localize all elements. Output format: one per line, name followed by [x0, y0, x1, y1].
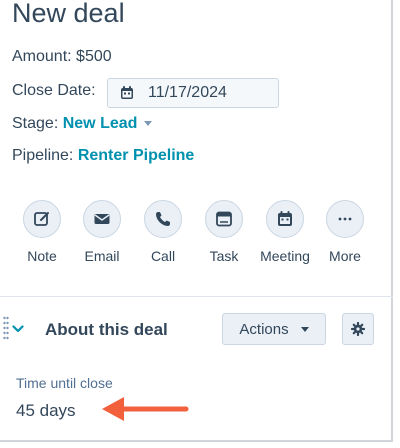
amount-row: Amount: $500	[12, 48, 112, 66]
stage-value: New Lead	[62, 115, 138, 132]
record-title: New deal	[12, 0, 125, 28]
email-action-label: Email	[84, 248, 120, 264]
more-action-label: More	[329, 248, 361, 264]
pipeline-label: Pipeline:	[12, 147, 74, 164]
gear-icon	[351, 322, 365, 336]
amount-value: $500	[76, 48, 112, 65]
amount-label: Amount:	[12, 48, 72, 65]
more-action[interactable]: More	[315, 200, 375, 264]
call-action-label: Call	[150, 248, 176, 264]
close-date-field[interactable]: 11/17/2024	[107, 78, 279, 108]
calendar-icon	[121, 86, 133, 99]
time-until-close-value: 45 days	[16, 401, 76, 420]
pipeline-row: Pipeline: Renter Pipeline	[12, 147, 194, 165]
task-action-label: Task	[209, 248, 239, 264]
drag-handle-icon[interactable]	[3, 316, 9, 342]
time-until-close-label: Time until close	[16, 375, 113, 391]
note-action[interactable]: Note	[12, 200, 72, 264]
stage-row: Stage: New Lead	[12, 115, 153, 133]
meeting-action[interactable]: Meeting	[255, 200, 315, 264]
email-icon	[94, 214, 110, 224]
call-action[interactable]: Call	[133, 200, 193, 264]
quick-actions-bar: Note Email Call Task Meeting More	[0, 200, 393, 270]
section-divider	[0, 296, 393, 297]
stage-dropdown[interactable]: New Lead	[63, 115, 153, 132]
settings-button[interactable]	[342, 313, 374, 345]
note-action-label: Note	[27, 248, 57, 264]
record-sidebar-panel: New deal Amount: $500 Close Date: 11/17/…	[0, 0, 393, 442]
call-icon	[156, 212, 170, 226]
close-date-value: 11/17/2024	[148, 84, 227, 101]
actions-button-label: Actions	[239, 320, 289, 338]
about-section-title[interactable]: About this deal	[45, 320, 168, 340]
chevron-down-icon	[144, 121, 153, 127]
email-action[interactable]: Email	[72, 200, 132, 264]
task-icon	[216, 211, 232, 227]
task-action[interactable]: Task	[194, 200, 254, 264]
close-date-label: Close Date:	[12, 82, 96, 99]
note-icon	[34, 212, 49, 226]
more-icon	[338, 217, 352, 221]
pipeline-link[interactable]: Renter Pipeline	[78, 147, 194, 164]
meeting-icon	[278, 211, 292, 226]
actions-dropdown-button[interactable]: Actions	[222, 313, 326, 345]
chevron-down-icon[interactable]	[12, 324, 24, 334]
chevron-down-icon	[300, 326, 309, 332]
annotation-arrow-icon	[102, 397, 189, 421]
meeting-action-label: Meeting	[260, 248, 310, 264]
stage-label: Stage:	[12, 115, 59, 132]
